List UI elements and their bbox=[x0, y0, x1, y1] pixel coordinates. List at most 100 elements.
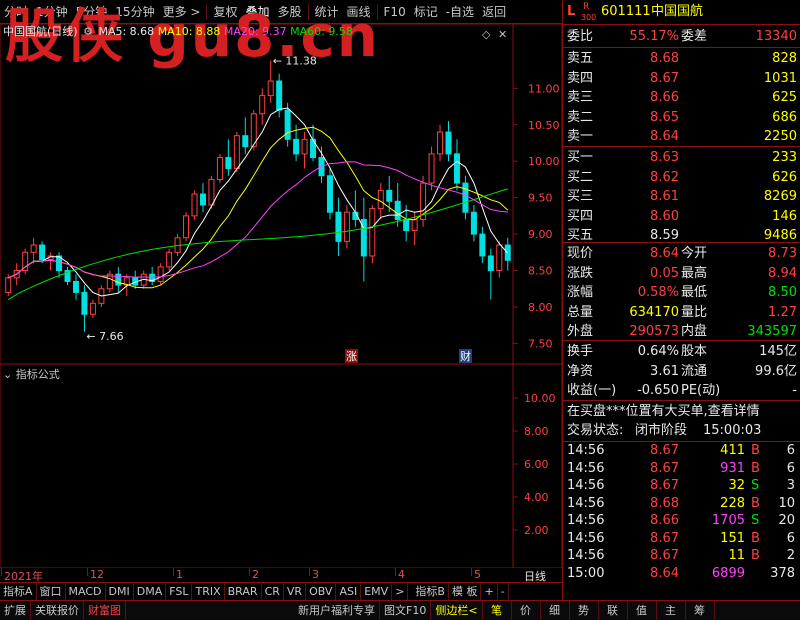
indicator-tab-9[interactable]: VR bbox=[284, 582, 307, 601]
panel-divider bbox=[563, 24, 800, 25]
ask-volume: 625 bbox=[772, 90, 797, 105]
right-tab-3[interactable]: 势 bbox=[570, 601, 599, 620]
stat-value-2: 8.50 bbox=[768, 285, 797, 300]
indicator-tab-1[interactable]: 窗口 bbox=[37, 582, 66, 601]
ask-label: 卖一 bbox=[567, 129, 594, 144]
indicator-tab-5[interactable]: FSL bbox=[166, 582, 193, 601]
toolbar-item-10[interactable]: F10 bbox=[380, 0, 410, 24]
y-tick-label: 10.50 bbox=[528, 119, 560, 132]
ask-row: 卖三 8.66 625 bbox=[563, 88, 800, 108]
candle-body bbox=[199, 193, 206, 206]
ask-price: 8.65 bbox=[650, 109, 679, 125]
time-tick-mark bbox=[87, 568, 88, 576]
time-tick-6: 5 bbox=[474, 568, 481, 581]
candle-body bbox=[276, 80, 283, 111]
candle-body bbox=[394, 200, 401, 221]
indicator-tab-16[interactable]: + bbox=[481, 582, 498, 601]
indicator-header[interactable]: ⌄ 指标公式 bbox=[3, 366, 60, 382]
bid-label: 买一 bbox=[567, 150, 594, 165]
stat-value-2: 8.73 bbox=[768, 246, 797, 261]
stock-name-label: 中国国航(日线) bbox=[3, 25, 78, 38]
indicator-tab-17[interactable]: - bbox=[498, 582, 509, 601]
stat-label: 外盘 bbox=[567, 324, 594, 339]
right-tab-7[interactable]: 筹 bbox=[686, 601, 715, 620]
stat-label: 总量 bbox=[567, 304, 594, 320]
right-tab-5[interactable]: 值 bbox=[628, 601, 657, 620]
indicator-tab-6[interactable]: TRIX bbox=[192, 582, 225, 601]
bottom-tab-5[interactable]: 侧边栏< bbox=[431, 601, 483, 620]
indicator-tab-2[interactable]: MACD bbox=[66, 582, 106, 601]
candle-body bbox=[225, 157, 232, 169]
right-tab-6[interactable]: 主 bbox=[657, 601, 686, 620]
stat-row: 现价 8.64 今开 8.73 bbox=[563, 244, 800, 264]
indicator-tab-13[interactable]: > bbox=[392, 582, 409, 601]
toolbar-item-12[interactable]: -自选 bbox=[442, 0, 478, 24]
ma10-label: MA10: 8.88 bbox=[157, 25, 221, 38]
stat-value: 634170 bbox=[629, 304, 679, 320]
toolbar-item-11[interactable]: 标记 bbox=[410, 0, 442, 24]
indicator-tab-12[interactable]: EMV bbox=[361, 582, 393, 601]
candle-body bbox=[72, 280, 79, 293]
tick-time: 14:56 bbox=[567, 478, 605, 493]
bottom-bar: 扩展 关联报价 财富图 新用户福利专享 图文F10 侧边栏< 笔价细势联值主筹 bbox=[0, 600, 800, 620]
fin-value-2: 145亿 bbox=[759, 344, 797, 359]
indicator-tab-3[interactable]: DMI bbox=[106, 582, 134, 601]
candle-body bbox=[293, 138, 300, 155]
bottom-tab-2[interactable]: 财富图 bbox=[84, 601, 126, 620]
tick-price: 8.68 bbox=[650, 495, 679, 511]
toolbar-item-13[interactable]: 返回 bbox=[478, 0, 510, 24]
indicator-tab-4[interactable]: DMA bbox=[134, 582, 167, 601]
tick-direction: S bbox=[751, 478, 760, 493]
fin-value-2: - bbox=[792, 383, 797, 398]
bid-volume: 233 bbox=[772, 150, 797, 165]
bottom-tab-0[interactable]: 扩展 bbox=[0, 601, 31, 620]
tick-count: 10 bbox=[778, 495, 795, 511]
stat-label-2: 内盘 bbox=[681, 324, 708, 339]
fin-value: -0.650 bbox=[637, 383, 679, 398]
indicator-tab-11[interactable]: ASI bbox=[336, 582, 362, 601]
indicator-tab-0[interactable]: 指标A bbox=[0, 582, 37, 601]
fin-row: 净资 3.61 流通 99.6亿 bbox=[563, 362, 800, 382]
tick-count: 6 bbox=[786, 460, 795, 476]
indicator-tab-15[interactable]: 模 板 bbox=[449, 582, 482, 601]
right-tab-0[interactable]: 笔 bbox=[483, 601, 512, 620]
tick-row: 14:56 8.67 151 B 6 bbox=[563, 530, 800, 548]
tick-row: 14:56 8.67 11 B 2 bbox=[563, 547, 800, 565]
tick-row: 14:56 8.66 1705 S 20 bbox=[563, 512, 800, 530]
indicator-chart[interactable]: 10.00 8.00 6.00 4.00 2.00 bbox=[0, 364, 562, 568]
right-tab-4[interactable]: 联 bbox=[599, 601, 628, 620]
tick-row: 14:56 8.67 411 B 6 bbox=[563, 442, 800, 460]
stat-value-2: 343597 bbox=[747, 324, 797, 339]
stock-code: 601111 bbox=[601, 4, 651, 19]
candle-body bbox=[301, 138, 308, 155]
ask-label: 卖二 bbox=[567, 109, 594, 125]
ask-row: 卖二 8.65 686 bbox=[563, 108, 800, 128]
candle-body bbox=[386, 189, 393, 202]
bottom-tab-1[interactable]: 关联报价 bbox=[31, 601, 84, 620]
ask-row: 卖四 8.67 1031 bbox=[563, 69, 800, 89]
zhang-marker: 涨 bbox=[346, 350, 357, 363]
bottom-tab-4[interactable]: 图文F10 bbox=[380, 601, 432, 620]
settings-icon[interactable]: ⚙ bbox=[83, 25, 93, 38]
right-tab-1[interactable]: 价 bbox=[512, 601, 541, 620]
y-tick-label: 8.50 bbox=[528, 265, 553, 278]
ma60-label: MA60: 9.58 bbox=[290, 25, 353, 38]
candle-body bbox=[39, 244, 46, 261]
chevron-down-icon[interactable]: ⌄ bbox=[3, 368, 12, 381]
right-tab-2[interactable]: 细 bbox=[541, 601, 570, 620]
bottom-tab-3[interactable]: 新用户福利专享 bbox=[294, 601, 380, 620]
big-order-notice[interactable]: 在买盘***位置有大买单,查看详情 bbox=[567, 402, 760, 421]
indicator-tick-label: 8.00 bbox=[524, 425, 549, 438]
tick-price: 8.67 bbox=[650, 548, 679, 563]
kline-chart[interactable]: 11.0010.5010.009.509.008.508.007.50← 11.… bbox=[0, 24, 562, 364]
indicator-tab-8[interactable]: CR bbox=[262, 582, 284, 601]
candle-body bbox=[343, 211, 350, 242]
indicator-tab-7[interactable]: BRAR bbox=[225, 582, 262, 601]
tick-row: 14:56 8.68 228 B 10 bbox=[563, 495, 800, 513]
indicator-tab-10[interactable]: OBV bbox=[306, 582, 337, 601]
indicator-tab-14[interactable]: 指标B bbox=[412, 582, 449, 601]
ma5-label: MA5: 8.68 bbox=[98, 25, 155, 38]
tick-time: 14:56 bbox=[567, 530, 605, 546]
stat-value: 0.58% bbox=[637, 285, 679, 300]
stat-label: 涨跌 bbox=[567, 265, 594, 281]
